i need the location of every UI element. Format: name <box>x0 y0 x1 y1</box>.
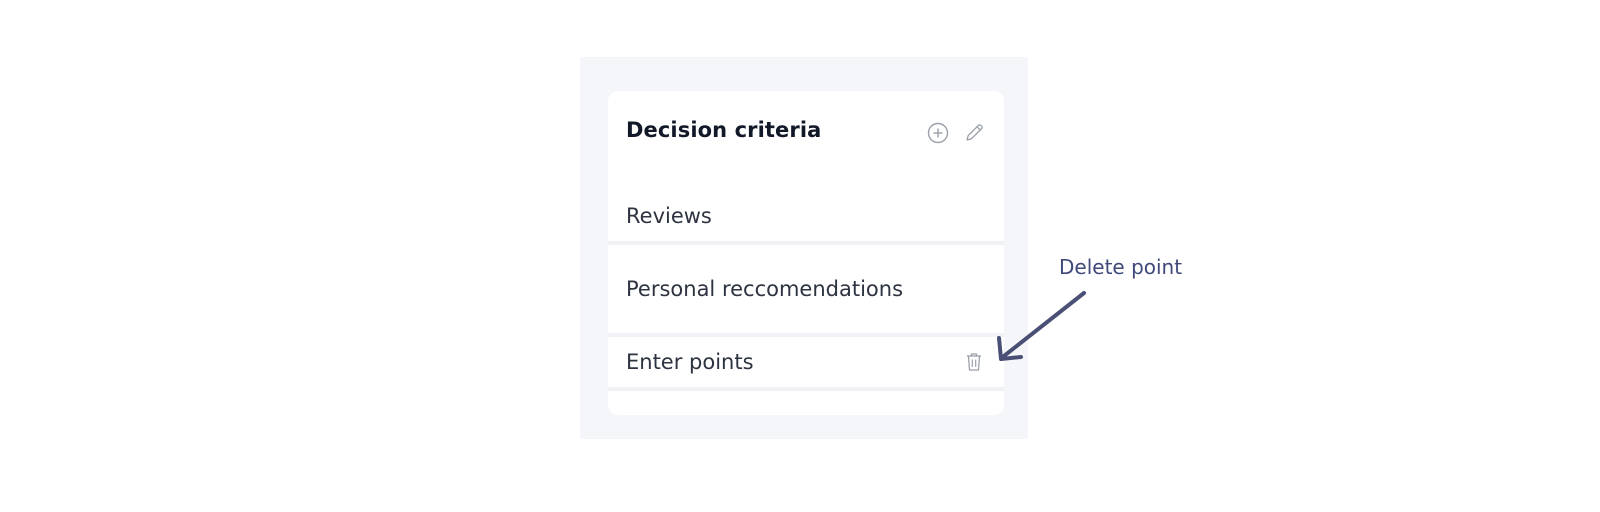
pencil-icon <box>966 124 983 141</box>
list-item[interactable]: Reviews <box>608 191 1004 245</box>
screenshot-stage: Decision criteria Reviews Personal recco… <box>0 0 1600 512</box>
decision-criteria-card: Decision criteria Reviews Personal recco… <box>608 91 1004 415</box>
card-title: Decision criteria <box>626 118 822 142</box>
add-criterion-button[interactable] <box>926 121 950 145</box>
header-actions <box>926 121 986 145</box>
criteria-list: Reviews Personal reccomendations Enter p… <box>608 191 1004 391</box>
plus-circle-icon <box>927 122 949 144</box>
trash-icon <box>967 353 981 371</box>
list-item[interactable]: Enter points <box>608 337 1004 391</box>
card-header: Decision criteria <box>608 91 1004 191</box>
annotation-arrow-icon <box>997 291 1086 361</box>
list-item-label: Reviews <box>626 204 712 228</box>
list-item-label: Personal reccomendations <box>626 277 904 301</box>
list-item[interactable]: Personal reccomendations <box>608 245 1004 337</box>
delete-point-button[interactable] <box>962 350 986 374</box>
annotation-label: Delete point <box>1059 255 1183 279</box>
list-item-label: Enter points <box>626 350 754 374</box>
edit-criteria-button[interactable] <box>962 121 986 145</box>
